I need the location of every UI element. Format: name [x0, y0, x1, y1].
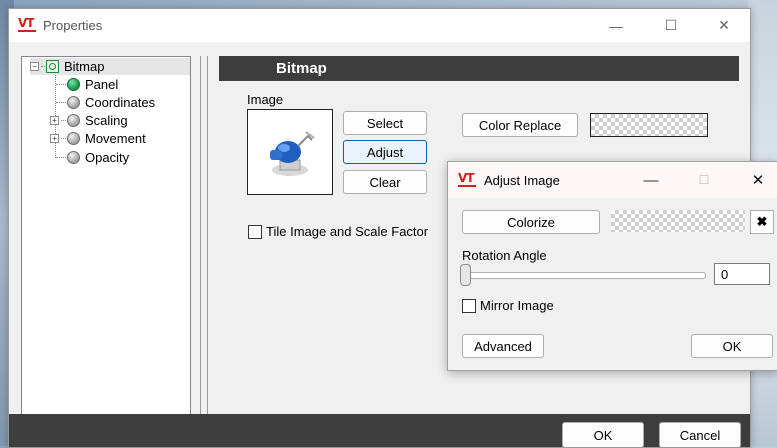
tree-item-label: Opacity — [85, 150, 130, 165]
tree-item-label: Bitmap — [64, 59, 105, 74]
maximize-button[interactable]: ☐ — [649, 9, 693, 42]
tree-item-label: Scaling — [85, 113, 128, 128]
colorize-swatch[interactable] — [611, 210, 745, 232]
grey-ball-icon — [67, 151, 80, 164]
clear-color-icon[interactable]: ✖ — [750, 210, 774, 234]
dialog-title: Adjust Image — [484, 173, 560, 188]
replace-color-swatch[interactable] — [590, 113, 708, 137]
tree-item-label: Panel — [85, 77, 119, 92]
tree-item-coordinates[interactable]: Coordinates — [67, 94, 157, 111]
valve-image-icon — [270, 131, 315, 176]
panel-header: Bitmap — [219, 56, 739, 81]
mirror-image-label: Mirror Image — [480, 298, 554, 313]
panel-splitter[interactable] — [200, 56, 208, 420]
rotation-angle-label: Rotation Angle — [462, 248, 547, 263]
tree-item-label: Coordinates — [85, 95, 156, 110]
tree-item-opacity[interactable]: Opacity — [67, 149, 131, 166]
tree-item-scaling[interactable]: + Scaling — [50, 112, 130, 129]
checkbox-box[interactable] — [462, 298, 476, 313]
rotation-angle-input[interactable]: 0 — [714, 263, 770, 285]
bottom-bar: OK Cancel — [9, 414, 750, 447]
title-bar[interactable]: VT Properties — ☐ ✕ — [9, 9, 750, 42]
adjust-button[interactable]: Adjust — [343, 140, 427, 164]
app-logo: VT — [18, 16, 38, 34]
tile-image-checkbox[interactable]: Tile Image and Scale Factor — [248, 224, 428, 239]
select-button[interactable]: Select — [343, 111, 427, 135]
app-logo-text: VT — [18, 16, 34, 30]
window-title: Properties — [43, 18, 103, 33]
expand-icon[interactable]: + — [50, 116, 59, 125]
minimize-button[interactable]: — — [594, 9, 638, 42]
color-replace-button[interactable]: Color Replace — [462, 113, 578, 137]
panel-header-title: Bitmap — [276, 60, 327, 77]
checkbox-box[interactable] — [248, 224, 262, 239]
tree-item-bitmap[interactable]: − Bitmap — [30, 58, 190, 75]
ok-button[interactable]: OK — [562, 422, 644, 447]
bitmap-node-icon — [46, 60, 59, 73]
tree-item-movement[interactable]: + Movement — [50, 130, 148, 147]
dialog-minimize-button[interactable]: — — [631, 162, 671, 198]
green-ball-icon — [67, 78, 80, 91]
grey-ball-icon — [67, 114, 80, 127]
dialog-logo: VT — [458, 171, 478, 189]
dialog-close-button[interactable]: ✕ — [738, 162, 777, 198]
grey-ball-icon — [67, 132, 80, 145]
dialog-ok-button[interactable]: OK — [691, 334, 773, 358]
mirror-image-checkbox[interactable]: Mirror Image — [462, 298, 554, 313]
image-label: Image — [247, 92, 284, 107]
property-tree[interactable]: − Bitmap Panel Coordinates + Scaling + M… — [21, 56, 191, 415]
collapse-icon[interactable]: − — [30, 62, 39, 71]
dialog-logo-text: VT — [458, 171, 474, 185]
dialog-title-bar[interactable]: VT Adjust Image — ☐ ✕ — [448, 162, 777, 198]
rotation-slider-thumb[interactable] — [460, 264, 471, 286]
tile-image-label: Tile Image and Scale Factor — [266, 224, 429, 239]
rotation-slider-track[interactable] — [464, 272, 706, 279]
cancel-button[interactable]: Cancel — [659, 422, 741, 447]
colorize-button[interactable]: Colorize — [462, 210, 600, 234]
tree-item-panel[interactable]: Panel — [67, 76, 120, 93]
dialog-maximize-button: ☐ — [698, 173, 710, 187]
grey-ball-icon — [67, 96, 80, 109]
clear-button[interactable]: Clear — [343, 170, 427, 194]
advanced-button[interactable]: Advanced — [462, 334, 544, 358]
adjust-image-dialog: VT Adjust Image — ☐ ✕ Colorize ✖ Rotatio… — [447, 161, 777, 371]
expand-icon[interactable]: + — [50, 134, 59, 143]
close-button[interactable]: ✕ — [702, 9, 746, 42]
tree-item-label: Movement — [85, 131, 146, 146]
image-preview — [247, 109, 333, 195]
